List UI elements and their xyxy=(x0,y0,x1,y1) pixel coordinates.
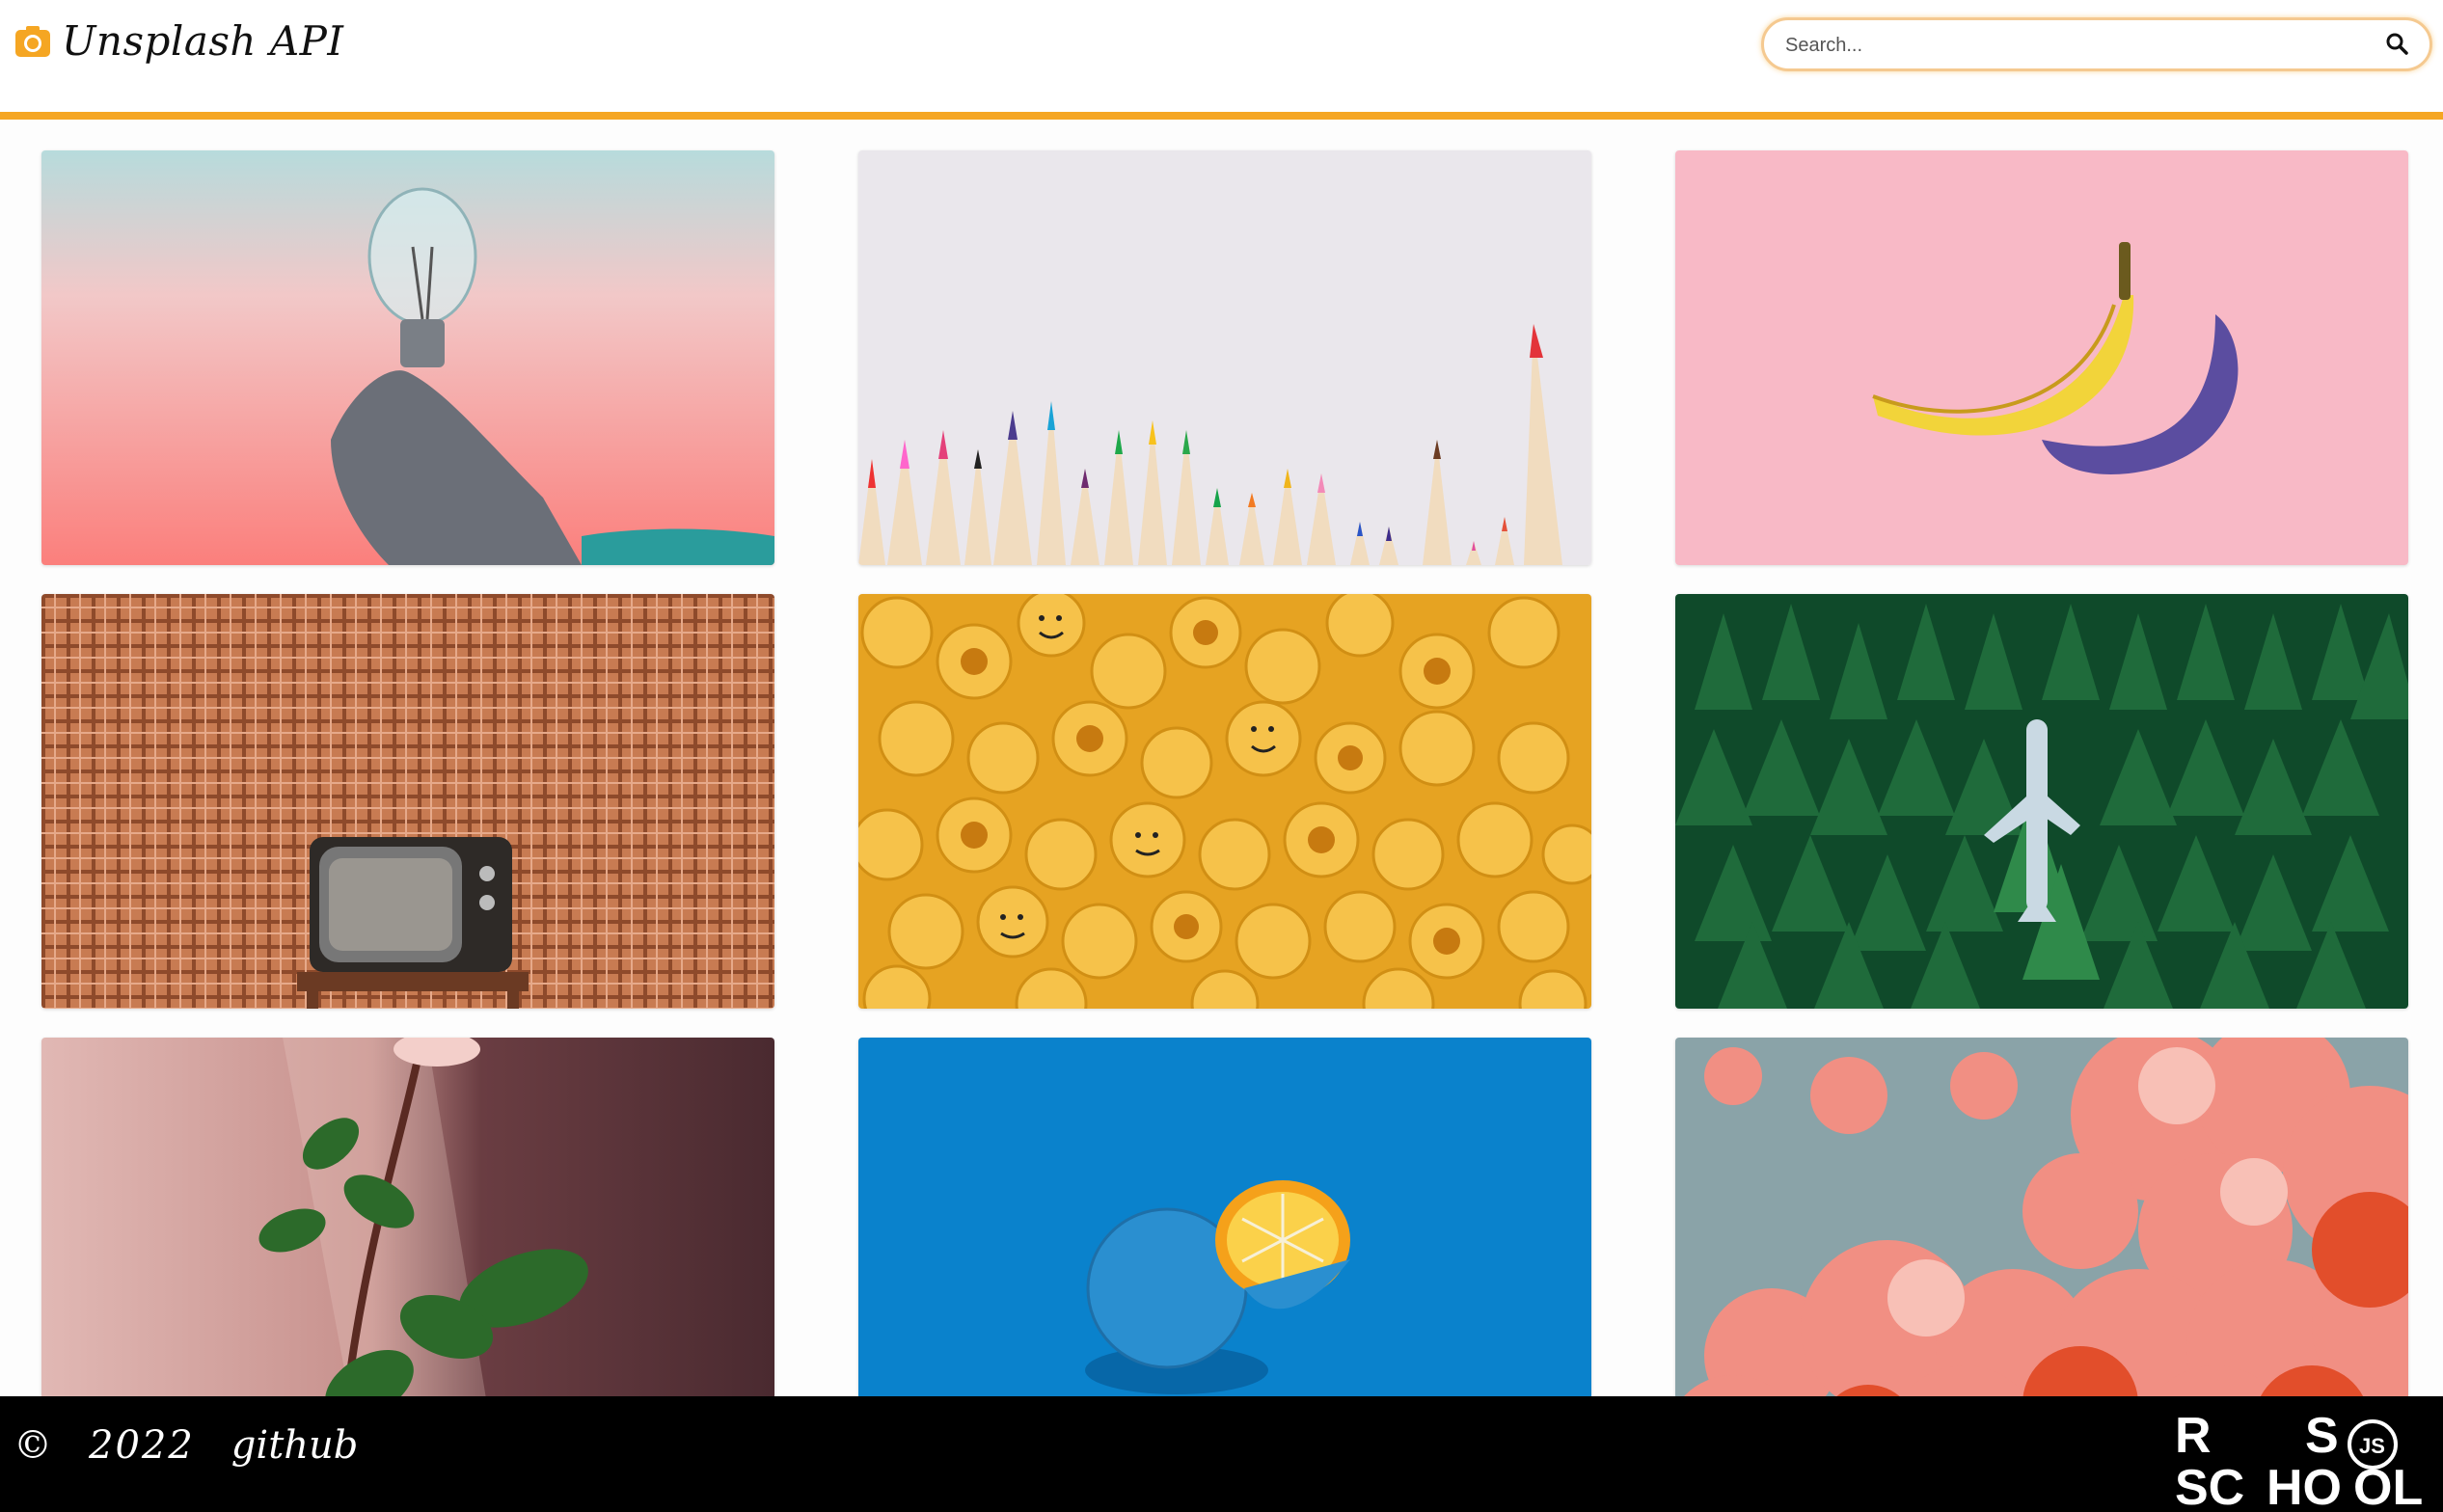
app-footer: © 2022 github R S SC HO OL JS xyxy=(0,1396,2443,1512)
logo-letter-r: R xyxy=(2175,1408,2212,1464)
gallery-image-lego-heads[interactable] xyxy=(858,594,1591,1009)
search-icon[interactable] xyxy=(2383,30,2412,59)
logo-js-badge: JS xyxy=(2359,1434,2385,1458)
app-title: Unsplash API xyxy=(62,17,344,65)
github-link[interactable]: github xyxy=(231,1423,359,1468)
app-header: Unsplash API xyxy=(0,0,2443,120)
logo-letter-s: S xyxy=(2305,1408,2339,1464)
gallery-image-colored-pencils[interactable] xyxy=(858,150,1591,565)
gallery-image-retro-tv[interactable] xyxy=(41,594,774,1009)
camera-icon xyxy=(15,25,50,57)
rs-school-js-logo[interactable]: R S SC HO OL JS xyxy=(2175,1406,2433,1510)
gallery-image-blue-orange[interactable] xyxy=(858,1038,1591,1452)
gallery-image-pink-clouds[interactable] xyxy=(1675,1038,2408,1452)
gallery-image-airplane-forest[interactable] xyxy=(1675,594,2408,1009)
logo-text-ho: HO xyxy=(2267,1460,2342,1510)
search-box xyxy=(1761,17,2432,71)
gallery-image-banana[interactable] xyxy=(1675,150,2408,565)
brand: Unsplash API xyxy=(14,17,344,65)
gallery-image-light-bulb[interactable] xyxy=(41,150,774,565)
gallery-image-rose[interactable] xyxy=(41,1038,774,1452)
copyright-symbol: © xyxy=(14,1423,52,1468)
search-input[interactable] xyxy=(1783,28,2366,63)
logo-text-sc: SC xyxy=(2175,1460,2244,1510)
footer-info: © 2022 github xyxy=(14,1423,358,1468)
copyright-year: 2022 xyxy=(89,1423,195,1468)
image-gallery xyxy=(41,150,2409,1452)
